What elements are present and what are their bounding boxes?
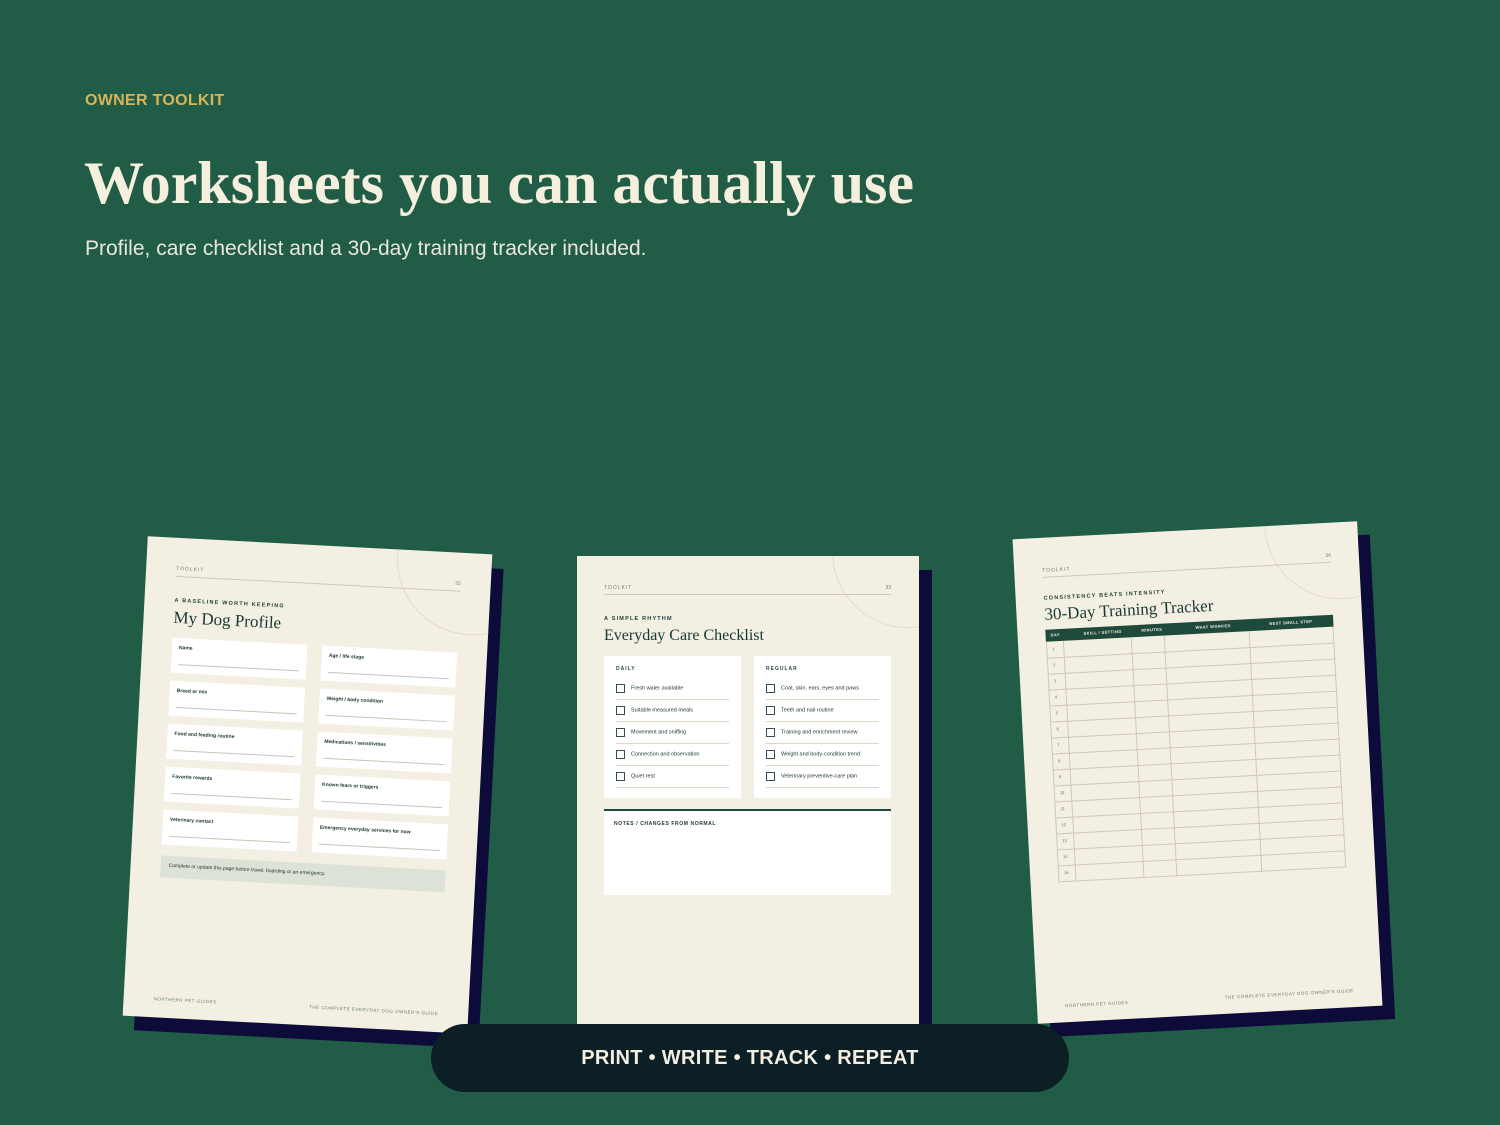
checkbox[interactable] bbox=[766, 772, 775, 781]
row-day: 15 bbox=[1063, 869, 1069, 876]
field-label: Veterinary contact bbox=[169, 816, 214, 826]
footer-right: THE COMPLETE EVERYDAY DOG OWNER'S GUIDE bbox=[309, 1004, 439, 1017]
daily-card: DAILY Fresh water available Suitable mea… bbox=[604, 656, 741, 798]
page-kicker: A SIMPLE RHYTHM bbox=[604, 616, 673, 622]
column-header: WHAT WORKED bbox=[1195, 623, 1231, 630]
page-subtitle: Profile, care checklist and a 30-day tra… bbox=[85, 237, 647, 260]
regular-card: REGULAR Coat, skin, ears, eyes and paws … bbox=[754, 656, 891, 798]
field-weight[interactable]: Weight / body condition bbox=[318, 688, 455, 731]
tagline-pill: PRINT • WRITE • TRACK • REPEAT bbox=[431, 1024, 1069, 1092]
field-age[interactable]: Age / life stage bbox=[320, 645, 458, 688]
field-food[interactable]: Food and feeding routine bbox=[166, 723, 303, 766]
note-strip: Complete or update this page before trav… bbox=[159, 855, 446, 893]
column-header: MINUTES bbox=[1141, 626, 1163, 633]
row-day: 1 bbox=[1052, 646, 1055, 652]
checklist-item[interactable]: Fresh water available bbox=[616, 684, 683, 693]
checklist-item[interactable]: Weight and body-condition trend bbox=[766, 750, 860, 759]
checkbox[interactable] bbox=[766, 684, 775, 693]
field-name[interactable]: Name bbox=[170, 637, 308, 680]
page-number: 34 bbox=[1325, 552, 1331, 560]
row-day: 4 bbox=[1054, 694, 1058, 700]
page-sheet: TOOLKIT 33 A SIMPLE RHYTHM Everyday Care… bbox=[577, 556, 919, 1026]
checkbox[interactable] bbox=[616, 684, 625, 693]
column-header: DAY bbox=[1050, 632, 1061, 638]
row-day: 6 bbox=[1056, 726, 1059, 732]
page-sheet: TOOLKIT 34 CONSISTENCY BEATS INTENSITY 3… bbox=[1012, 521, 1383, 1024]
row-day: 7 bbox=[1057, 742, 1060, 748]
checklist-item[interactable]: Training and enrichment review bbox=[766, 728, 858, 737]
daily-heading: DAILY bbox=[616, 666, 636, 672]
row-day: 2 bbox=[1053, 662, 1056, 668]
checklist-item[interactable]: Teeth and nail routine bbox=[766, 706, 834, 715]
checkbox[interactable] bbox=[616, 706, 625, 715]
checkbox[interactable] bbox=[616, 728, 625, 737]
field-label: Breed or mix bbox=[176, 688, 208, 696]
eyebrow: OWNER TOOLKIT bbox=[85, 92, 225, 109]
tracker-worksheet: TOOLKIT 34 CONSISTENCY BEATS INTENSITY 3… bbox=[1012, 521, 1396, 1038]
row-day: 14 bbox=[1063, 853, 1068, 860]
notes-card[interactable]: NOTES / CHANGES FROM NORMAL bbox=[604, 809, 891, 895]
checklist-item[interactable]: Movement and sniffing bbox=[616, 728, 686, 737]
checklist-item[interactable]: Veterinary preventive-care plan bbox=[766, 772, 857, 781]
profile-worksheet: TOOLKIT 32 A BASELINE WORTH KEEPING My D… bbox=[122, 536, 504, 1049]
column-header: SKILL / SETTING bbox=[1083, 628, 1122, 636]
field-label: Medications / sensitivities bbox=[324, 738, 387, 749]
field-breed[interactable]: Breed or mix bbox=[168, 680, 306, 723]
field-label: Favorite rewards bbox=[172, 773, 213, 783]
field-label: Emergency everyday services for now bbox=[319, 824, 411, 836]
field-label: Age / life stage bbox=[328, 652, 365, 661]
worksheet-title: My Dog Profile bbox=[173, 607, 282, 633]
page-toolkit-label: TOOLKIT bbox=[604, 585, 633, 591]
footer-left: NORTHERN PET GUIDES bbox=[1064, 999, 1129, 1009]
field-vet[interactable]: Veterinary contact bbox=[161, 809, 299, 852]
column-header: NEXT SMALL STEP bbox=[1269, 618, 1313, 627]
footer-right: THE COMPLETE EVERYDAY DOG OWNER'S GUIDE bbox=[1224, 988, 1354, 1000]
field-rewards[interactable]: Favorite rewards bbox=[163, 766, 301, 809]
field-label: Weight / body condition bbox=[326, 695, 384, 705]
field-medications[interactable]: Medications / sensitivities bbox=[315, 731, 453, 774]
checklist-item[interactable]: Connection and observation bbox=[616, 750, 700, 759]
checklist-worksheet: TOOLKIT 33 A SIMPLE RHYTHM Everyday Care… bbox=[577, 556, 932, 1030]
regular-heading: REGULAR bbox=[766, 666, 798, 672]
checkbox[interactable] bbox=[766, 706, 775, 715]
checklist-item[interactable]: Quiet rest bbox=[616, 772, 655, 781]
row-day: 9 bbox=[1058, 774, 1062, 780]
page-toolkit-label: TOOLKIT bbox=[1042, 566, 1071, 574]
row-day: 8 bbox=[1058, 758, 1061, 764]
page-toolkit-label: TOOLKIT bbox=[175, 565, 205, 574]
checklist-item[interactable]: Coat, skin, ears, eyes and paws bbox=[766, 684, 859, 693]
checkbox[interactable] bbox=[616, 772, 625, 781]
footer-left: NORTHERN PET GUIDES bbox=[153, 996, 217, 1005]
field-label: Name bbox=[178, 645, 193, 652]
row-day: 11 bbox=[1060, 805, 1065, 812]
field-fears[interactable]: Known fears or triggers bbox=[313, 774, 451, 817]
worksheet-title: Everyday Care Checklist bbox=[604, 627, 764, 644]
row-day: 13 bbox=[1062, 837, 1067, 844]
page-number: 33 bbox=[885, 585, 891, 591]
field-label: Food and feeding routine bbox=[174, 730, 235, 741]
row-day: 12 bbox=[1061, 821, 1067, 828]
row-day: 3 bbox=[1053, 678, 1057, 684]
row-day: 5 bbox=[1055, 710, 1059, 716]
page-number: 32 bbox=[455, 580, 461, 587]
field-emergency[interactable]: Emergency everyday services for now bbox=[311, 817, 449, 860]
notes-label: NOTES / CHANGES FROM NORMAL bbox=[614, 821, 717, 827]
checkbox[interactable] bbox=[766, 750, 775, 759]
page-title: Worksheets you can actually use bbox=[84, 150, 915, 216]
checkbox[interactable] bbox=[616, 750, 625, 759]
checkbox[interactable] bbox=[766, 728, 775, 737]
page-rule bbox=[604, 594, 891, 595]
decor-arc bbox=[832, 556, 919, 628]
checklist-item[interactable]: Suitable measured meals bbox=[616, 706, 693, 715]
page-sheet: TOOLKIT 32 A BASELINE WORTH KEEPING My D… bbox=[122, 536, 493, 1034]
field-label: Known fears or triggers bbox=[321, 781, 379, 791]
note-text: Complete or update this page before trav… bbox=[168, 862, 326, 878]
row-day: 10 bbox=[1059, 790, 1065, 796]
